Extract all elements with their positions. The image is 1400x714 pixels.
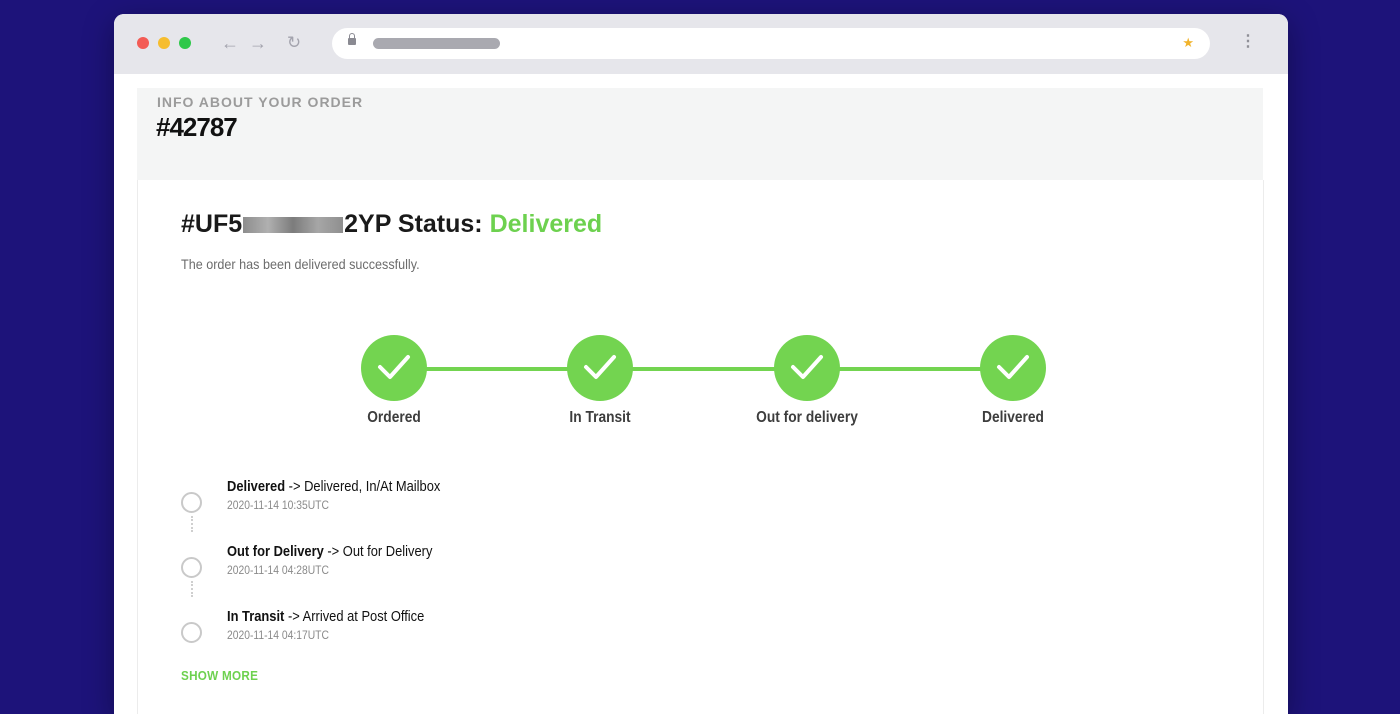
show-more-link[interactable]: SHOW MORE <box>181 668 258 683</box>
circle-icon <box>181 492 202 513</box>
progress-track <box>394 367 1014 371</box>
history-item-detail: Arrived at Post Office <box>302 608 425 625</box>
page-content: INFO ABOUT YOUR ORDER #42787 #UF5 2YP Sta… <box>114 74 1288 714</box>
timeline-connector <box>191 581 193 597</box>
history-item-arrow: -> <box>327 543 340 560</box>
minimize-window-button[interactable] <box>158 37 170 49</box>
timeline-connector <box>191 516 193 532</box>
redacted-tracking-segment <box>243 217 344 234</box>
step-delivered: Delivered <box>933 335 1093 427</box>
progress-stepper: Ordered In Transit Out for delivery Deli… <box>138 335 1263 445</box>
history-item-text: Out for Delivery -> Out for Delivery 202… <box>227 543 432 577</box>
browser-toolbar: ← → ↻ ★ ⋮ <box>114 14 1288 74</box>
back-arrow-icon[interactable]: ← <box>220 31 240 55</box>
reload-icon[interactable]: ↻ <box>284 31 304 55</box>
order-eyebrow: INFO ABOUT YOUR ORDER <box>157 94 364 110</box>
shipment-id-prefix: #UF5 <box>181 210 243 238</box>
history-item-time: 2020-11-14 10:35UTC <box>227 498 329 512</box>
step-in-transit: In Transit <box>520 335 680 427</box>
checkmark-icon <box>774 335 840 401</box>
history-item-title: Delivered -> Delivered, In/At Mailbox <box>227 478 440 495</box>
browser-window: ← → ↻ ★ ⋮ INFO ABOUT YOUR ORDER #42787 #… <box>114 14 1288 714</box>
history-item-title: In Transit -> Arrived at Post Office <box>227 608 424 625</box>
history-item-time: 2020-11-14 04:17UTC <box>227 628 329 642</box>
step-label: In Transit <box>569 409 631 426</box>
checkmark-icon <box>567 335 633 401</box>
order-number: #42787 <box>156 112 238 142</box>
history-item-status: Delivered <box>227 478 286 495</box>
step-label: Delivered <box>982 409 1044 426</box>
history-item-text: Delivered -> Delivered, In/At Mailbox 20… <box>227 478 440 512</box>
step-out-for-delivery: Out for delivery <box>727 335 887 427</box>
step-ordered: Ordered <box>314 335 474 427</box>
lock-icon <box>348 33 356 45</box>
history-item: In Transit -> Arrived at Post Office 202… <box>138 608 1038 658</box>
history-item-arrow: -> <box>288 478 301 495</box>
url-placeholder-bar <box>373 38 500 49</box>
history-item-time: 2020-11-14 04:28UTC <box>227 563 329 577</box>
maximize-window-button[interactable] <box>179 37 191 49</box>
checkmark-icon <box>980 335 1046 401</box>
shipment-id-suffix: 2YP <box>344 210 391 238</box>
status-description: The order has been delivered successfull… <box>181 256 420 272</box>
history-item-status: Out for Delivery <box>227 543 324 560</box>
status-value: Delivered <box>489 210 603 238</box>
address-bar[interactable]: ★ <box>332 28 1210 59</box>
history-item-detail: Delivered, In/At Mailbox <box>304 478 441 495</box>
history-item-detail: Out for Delivery <box>342 543 433 560</box>
bookmark-star-icon[interactable]: ★ <box>1182 34 1194 52</box>
browser-menu-icon[interactable]: ⋮ <box>1240 32 1256 52</box>
history-item-status: In Transit <box>227 608 285 625</box>
circle-icon <box>181 622 202 643</box>
circle-icon <box>181 557 202 578</box>
history-item-arrow: -> <box>287 608 300 625</box>
checkmark-icon <box>361 335 427 401</box>
close-window-button[interactable] <box>137 37 149 49</box>
step-label: Ordered <box>367 409 421 426</box>
history-item-title: Out for Delivery -> Out for Delivery <box>227 543 432 560</box>
status-label: Status: <box>397 210 483 238</box>
forward-arrow-icon[interactable]: → <box>248 31 268 55</box>
history-item-text: In Transit -> Arrived at Post Office 202… <box>227 608 424 642</box>
shipment-status-heading: #UF5 2YP Status: Delivered <box>181 210 602 239</box>
tracking-card: #UF5 2YP Status: Delivered The order has … <box>137 180 1264 714</box>
step-label: Out for delivery <box>756 409 858 426</box>
history-item: Out for Delivery -> Out for Delivery 202… <box>138 543 1038 593</box>
history-item: Delivered -> Delivered, In/At Mailbox 20… <box>138 478 1038 528</box>
